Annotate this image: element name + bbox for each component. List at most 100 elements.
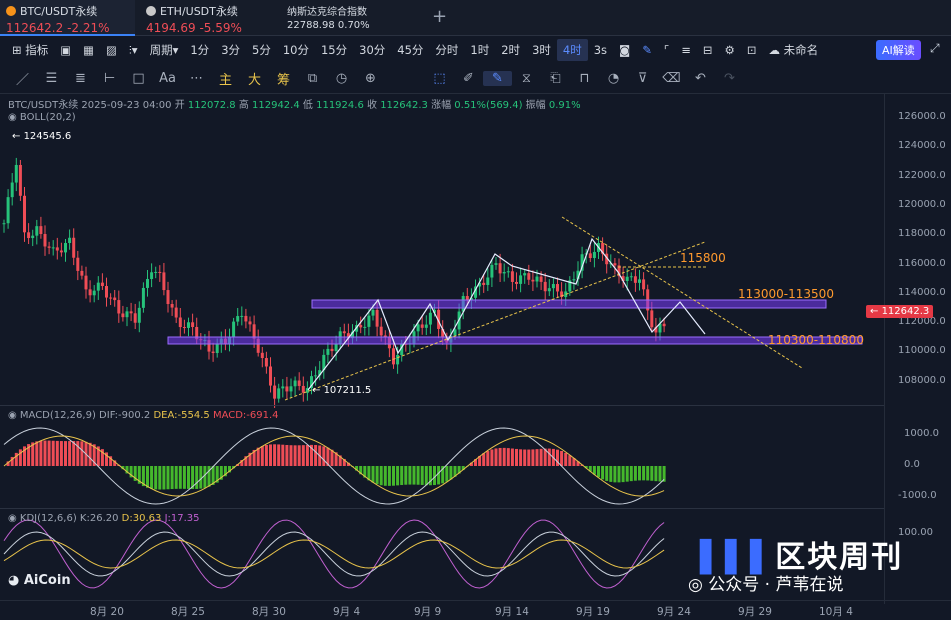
macd-bar xyxy=(449,466,453,480)
candle-body xyxy=(285,386,289,392)
macd-bar xyxy=(424,466,428,486)
draw-tool-icon[interactable]: ✎ xyxy=(483,71,512,86)
macd-bar xyxy=(498,447,502,466)
candle-body xyxy=(51,247,55,249)
macd-bar xyxy=(613,466,617,483)
redo-icon[interactable]: ↷ xyxy=(715,71,744,86)
hline-tool-icon[interactable]: ☰ xyxy=(37,71,66,86)
filter-icon[interactable]: ⊽ xyxy=(628,71,657,86)
tab-btc-price: 112642.2 xyxy=(6,21,64,35)
macd-dif-line xyxy=(3,427,665,505)
cloud-icon: ☁ xyxy=(768,43,784,57)
rect-tool-icon[interactable]: □ xyxy=(124,71,153,86)
macd-bar xyxy=(400,466,404,486)
cloud-template-button[interactable]: ☁ 未命名 xyxy=(762,39,824,61)
camera-icon[interactable]: ◙ xyxy=(613,39,636,61)
interval-1[interactable]: 3分 xyxy=(215,39,246,61)
macd-bar xyxy=(416,466,420,485)
text-tool-button[interactable]: Aa xyxy=(153,71,182,86)
more-tools-icon[interactable]: ⋯ xyxy=(182,71,211,86)
lock-icon[interactable]: ⊓ xyxy=(570,71,599,86)
period-button[interactable]: 周期 ▾ xyxy=(144,39,185,61)
magnet-icon[interactable]: ◔ xyxy=(599,71,628,86)
undo-icon[interactable]: ↶ xyxy=(686,71,715,86)
grid-icon[interactable]: ⊟ xyxy=(697,39,719,61)
list-icon[interactable]: ≡ xyxy=(675,39,697,61)
kdj-d-line xyxy=(3,539,665,569)
interval-7[interactable]: 分时 xyxy=(429,39,464,61)
chip-button[interactable]: 筹 xyxy=(269,69,298,88)
candle-body xyxy=(76,257,80,271)
macd-bar xyxy=(68,441,72,466)
tab-nasdaq-price: 22788.98 xyxy=(287,20,335,31)
bookmark-icon[interactable]: ⎗ xyxy=(541,71,570,86)
bracket-icon[interactable]: ⌜ xyxy=(658,39,675,61)
kdj-k: K:26.20 xyxy=(79,513,119,524)
tab-eth[interactable]: ETH/USDT永续 4194.69 -5.59% xyxy=(140,0,275,36)
candle-body xyxy=(453,329,457,336)
candle-body xyxy=(80,270,84,276)
kdj-eye-icon[interactable]: ◉ xyxy=(8,513,20,524)
gear-icon[interactable]: ⚙ xyxy=(719,39,741,61)
symbol-tabs: BTC/USDT永续 112642.2 -2.21% ETH/USDT永续 41… xyxy=(0,0,951,36)
interval-2[interactable]: 5分 xyxy=(246,39,277,61)
resistance-zone xyxy=(311,299,827,309)
interval-5[interactable]: 30分 xyxy=(353,39,391,61)
ray-tool-icon[interactable]: ⊢ xyxy=(95,71,124,86)
pencil-icon[interactable]: ✎ xyxy=(636,39,658,61)
pattern-tool-icon[interactable]: ⧖ xyxy=(512,71,541,86)
candle-body xyxy=(371,309,375,316)
fullscreen-icon[interactable]: ⤢ xyxy=(930,41,940,56)
macd-bar xyxy=(170,466,174,490)
interval-10[interactable]: 3时 xyxy=(526,39,557,61)
interval-4[interactable]: 15分 xyxy=(315,39,353,61)
tab-eth-price: 4194.69 xyxy=(146,21,196,35)
trash-icon[interactable]: ⊡ xyxy=(741,39,763,61)
measure-icon[interactable]: ⊕ xyxy=(356,71,385,86)
candle-body xyxy=(84,275,88,290)
candlestick-chart[interactable] xyxy=(0,94,884,600)
wave-path xyxy=(307,237,706,391)
add-tab-icon[interactable]: + xyxy=(432,6,447,27)
interval-0[interactable]: 1分 xyxy=(184,39,215,61)
indicator-button[interactable]: ⊞ 指标 xyxy=(6,39,54,61)
price-axis-label: 126000.0 xyxy=(898,111,946,122)
tab-nasdaq[interactable]: 纳斯达克综合指数 22788.98 0.70% xyxy=(281,0,421,36)
interval-11[interactable]: 4时 xyxy=(556,39,588,61)
channel-tool-icon[interactable]: ≣ xyxy=(66,71,95,86)
big-button[interactable]: 大 xyxy=(240,69,269,88)
interval-9[interactable]: 2时 xyxy=(495,39,526,61)
line-tool-icon[interactable]: ／ xyxy=(8,69,37,88)
macd-eye-icon[interactable]: ◉ xyxy=(8,410,20,421)
delete-icon[interactable]: ⌫ xyxy=(657,71,686,86)
clock-icon[interactable]: ◷ xyxy=(327,71,356,86)
time-axis[interactable]: 8月 20 8月 25 8月 30 9月 4 9月 9 9月 14 9月 19 9月 24 9月… xyxy=(0,600,951,620)
ai-interpret-button[interactable]: AI解读 xyxy=(876,40,921,60)
seconds-button[interactable]: 3s xyxy=(588,39,613,61)
copy-icon[interactable]: ⧉ xyxy=(298,71,327,86)
compare-icon[interactable]: ▨ xyxy=(100,39,123,61)
kdj-d: D:30.63 xyxy=(121,513,162,524)
interval-6[interactable]: 45分 xyxy=(391,39,429,61)
macd-bar xyxy=(182,466,186,489)
interval-8[interactable]: 1时 xyxy=(464,39,495,61)
calendar-icon[interactable]: ▣ xyxy=(54,39,77,61)
macd-bar xyxy=(638,466,641,481)
candle-body xyxy=(191,322,195,327)
interval-3[interactable]: 10分 xyxy=(277,39,315,61)
main-button[interactable]: 主 xyxy=(211,69,240,88)
candle-body xyxy=(105,286,108,298)
candle-body xyxy=(146,279,149,288)
tab-btc[interactable]: BTC/USDT永续 112642.2 -2.21% xyxy=(0,0,135,36)
candle-body xyxy=(113,297,117,301)
brush-tool-icon[interactable]: ✐ xyxy=(454,71,483,86)
select-tool-icon[interactable]: ⬚ xyxy=(425,71,454,86)
chart-type-icon[interactable]: ⫶▾ xyxy=(123,39,144,61)
macd-bar xyxy=(547,448,551,466)
candle-body xyxy=(35,226,39,236)
candle-body xyxy=(64,242,67,253)
macd-bar xyxy=(510,448,514,466)
layout-icon[interactable]: ▦ xyxy=(77,39,100,61)
candle-body xyxy=(109,297,113,299)
candle-body xyxy=(359,325,363,328)
